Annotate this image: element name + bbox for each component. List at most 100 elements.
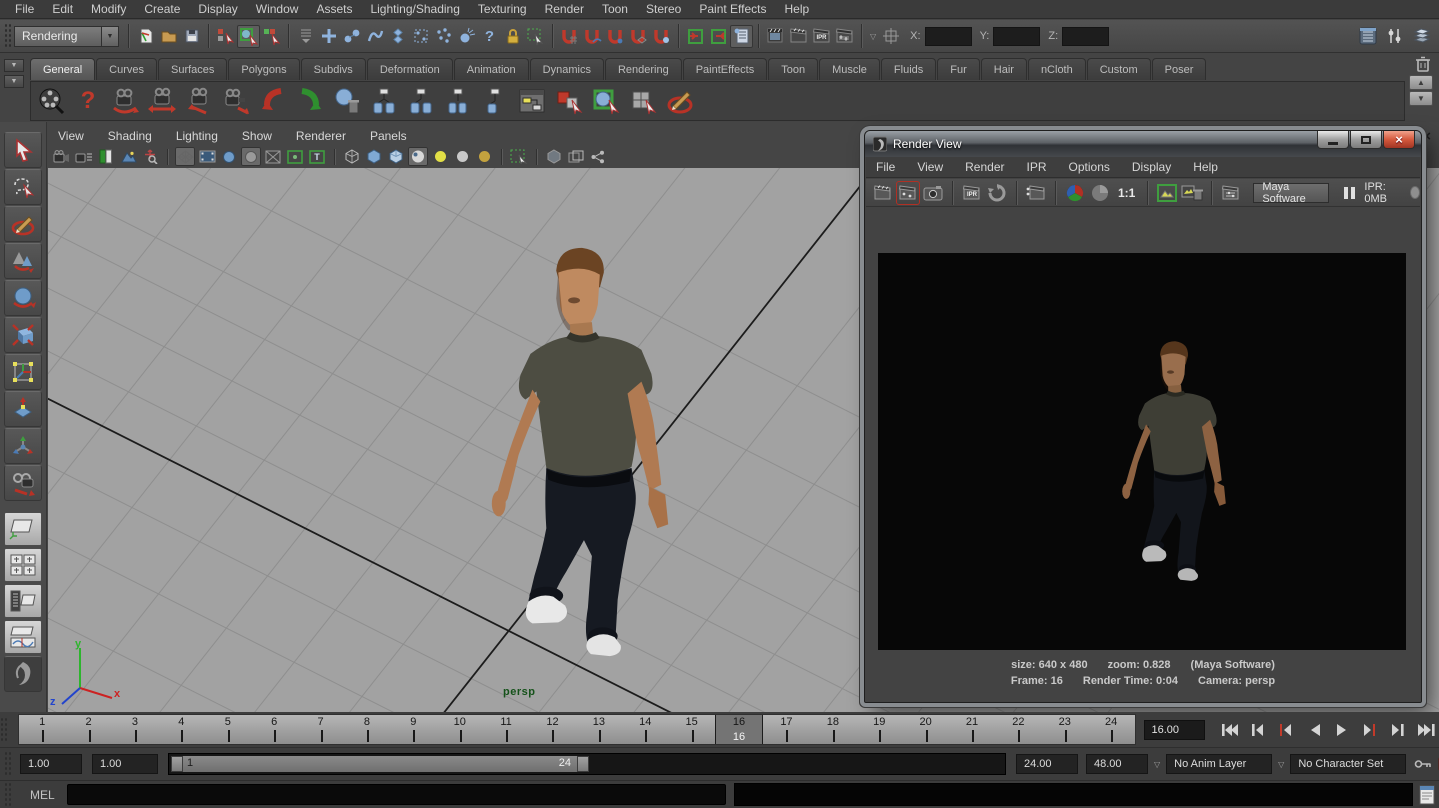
default-lighting-icon[interactable] bbox=[430, 147, 450, 166]
universal-manipulator-tool-button[interactable] bbox=[4, 354, 42, 390]
menu-help[interactable]: Help bbox=[776, 0, 819, 19]
set-key-icon[interactable] bbox=[1414, 758, 1432, 770]
menu-texturing[interactable]: Texturing bbox=[469, 0, 536, 19]
play-forwards-button[interactable] bbox=[1329, 719, 1355, 741]
separator[interactable] bbox=[285, 24, 292, 48]
playback-range-bar[interactable]: 1 24 bbox=[171, 756, 589, 772]
shelf-tab-ncloth[interactable]: nCloth bbox=[1028, 58, 1086, 80]
script-editor-icon[interactable] bbox=[1419, 785, 1435, 805]
timeline-frame[interactable]: 9 bbox=[390, 715, 436, 744]
menu-display[interactable]: Display bbox=[189, 0, 246, 19]
rendered-image[interactable] bbox=[878, 253, 1406, 650]
attribute-editor-toggle-icon[interactable] bbox=[1356, 25, 1379, 48]
safe-title-icon[interactable]: T bbox=[307, 147, 327, 166]
new-scene-icon[interactable] bbox=[134, 25, 157, 48]
camera-orbit-icon[interactable] bbox=[108, 84, 142, 118]
playback-end-field[interactable]: 24.00 bbox=[1016, 754, 1078, 774]
render-settings-icon[interactable] bbox=[833, 25, 856, 48]
z-coord-input[interactable] bbox=[1062, 27, 1109, 46]
open-render-settings-icon[interactable] bbox=[1220, 182, 1242, 204]
go-to-end-button[interactable] bbox=[1413, 719, 1439, 741]
timeline-frame[interactable]: 2 bbox=[65, 715, 111, 744]
range-grip[interactable] bbox=[4, 751, 11, 777]
menu-window[interactable]: Window bbox=[247, 0, 308, 19]
timeline-frame[interactable]: 23 bbox=[1042, 715, 1088, 744]
timeline-frame[interactable]: 6 bbox=[251, 715, 297, 744]
pan-zoom-icon[interactable] bbox=[140, 147, 160, 166]
render-view-window[interactable]: Render View × File View Render IPR Optio… bbox=[864, 130, 1422, 703]
shelf-scroll-up-icon[interactable]: ▲ bbox=[1409, 75, 1433, 90]
select-points-mask-icon[interactable] bbox=[340, 25, 363, 48]
anim-layer-dropdown-icon[interactable]: ▽ bbox=[1154, 760, 1160, 769]
select-dynamics-mask-icon[interactable] bbox=[432, 25, 455, 48]
select-curves-mask-icon[interactable] bbox=[363, 25, 386, 48]
rv-menu-help[interactable]: Help bbox=[1193, 160, 1218, 174]
shelf-scroll-down-icon[interactable]: ▼ bbox=[1409, 91, 1433, 106]
timeline-frame[interactable]: 21 bbox=[949, 715, 995, 744]
timeline-frame[interactable]: 11 bbox=[483, 715, 529, 744]
render-region-icon[interactable] bbox=[897, 182, 919, 204]
anim-layer-selector[interactable]: No Anim Layer bbox=[1166, 754, 1272, 774]
range-start-handle[interactable] bbox=[171, 756, 183, 772]
shelf-tab-fur[interactable]: Fur bbox=[937, 58, 980, 80]
help-icon[interactable]: ? bbox=[71, 84, 105, 118]
command-line-grip[interactable] bbox=[4, 782, 11, 808]
snap-to-view-plane-icon[interactable] bbox=[627, 25, 650, 48]
separator[interactable] bbox=[125, 24, 132, 48]
plugin-shelf-icon[interactable] bbox=[588, 147, 608, 166]
select-misc-mask-icon[interactable]: ? bbox=[478, 25, 501, 48]
select-deformations-mask-icon[interactable] bbox=[409, 25, 432, 48]
select-object-icon[interactable] bbox=[237, 25, 260, 48]
timeline-frame[interactable]: 15 bbox=[668, 715, 714, 744]
timeline-grip[interactable] bbox=[0, 717, 7, 743]
menu-toon[interactable]: Toon bbox=[593, 0, 637, 19]
timeline-frame[interactable]: 17 bbox=[763, 715, 809, 744]
shelf-menu-icon[interactable]: ▼ bbox=[4, 75, 24, 88]
character-model[interactable] bbox=[471, 241, 689, 661]
select-hierarchy-icon[interactable] bbox=[214, 25, 237, 48]
bookmark-icon[interactable] bbox=[96, 147, 116, 166]
viewport-menu-view[interactable]: View bbox=[58, 129, 96, 143]
shelf-tab-dynamics[interactable]: Dynamics bbox=[530, 58, 604, 80]
current-time-field[interactable]: 16.00 bbox=[1144, 720, 1206, 740]
soft-modification-tool-button[interactable] bbox=[4, 391, 42, 427]
timeline-frame[interactable]: 22 bbox=[995, 715, 1041, 744]
ipr-render-frame-icon[interactable]: IPR bbox=[961, 182, 983, 204]
rv-menu-display[interactable]: Display bbox=[1132, 160, 1171, 174]
field-chart-icon[interactable] bbox=[263, 147, 283, 166]
minimize-button[interactable] bbox=[1317, 131, 1349, 149]
rotate-tool-button[interactable] bbox=[4, 280, 42, 316]
menu-edit[interactable]: Edit bbox=[43, 0, 82, 19]
alpha-channel-icon[interactable] bbox=[1089, 182, 1111, 204]
viewport-menu-lighting[interactable]: Lighting bbox=[176, 129, 230, 143]
shelf-tab-surfaces[interactable]: Surfaces bbox=[158, 58, 227, 80]
range-slider-track[interactable]: 1 24 bbox=[168, 753, 1006, 775]
no-lights-icon[interactable] bbox=[452, 147, 472, 166]
timeline-current-frame[interactable]: 1616 bbox=[715, 715, 763, 744]
viewport-menu-renderer[interactable]: Renderer bbox=[296, 129, 358, 143]
transform-mode-icon[interactable] bbox=[879, 25, 902, 48]
character-set-selector[interactable]: No Character Set bbox=[1290, 754, 1406, 774]
timeline-frame[interactable]: 1 bbox=[19, 715, 65, 744]
real-size-icon[interactable]: 1:1 bbox=[1118, 186, 1135, 200]
shaded-mode-icon[interactable] bbox=[364, 147, 384, 166]
select-all-mask-icon[interactable] bbox=[317, 25, 340, 48]
isolate-select-icon[interactable] bbox=[509, 147, 529, 166]
y-coord-input[interactable] bbox=[993, 27, 1040, 46]
rgb-channels-icon[interactable] bbox=[1064, 182, 1086, 204]
snapshot-icon[interactable] bbox=[922, 182, 944, 204]
separator[interactable] bbox=[858, 24, 865, 48]
layout-four-pane-button[interactable] bbox=[4, 548, 42, 582]
shelf-tab-polygons[interactable]: Polygons bbox=[228, 58, 299, 80]
shelf-tab-subdivs[interactable]: Subdivs bbox=[301, 58, 366, 80]
shelf-tab-hair[interactable]: Hair bbox=[981, 58, 1027, 80]
redo-previous-render-icon[interactable] bbox=[872, 182, 894, 204]
keep-image-icon[interactable] bbox=[1156, 182, 1178, 204]
snap-to-point-icon[interactable] bbox=[604, 25, 627, 48]
render-view-titlebar[interactable]: Render View × bbox=[865, 131, 1421, 157]
close-button[interactable]: × bbox=[1383, 131, 1415, 149]
paint-effects-icon[interactable] bbox=[663, 84, 697, 118]
timeline-frame[interactable]: 8 bbox=[344, 715, 390, 744]
layout-persp-graph-button[interactable] bbox=[4, 620, 42, 654]
timeline-frame[interactable]: 12 bbox=[529, 715, 575, 744]
